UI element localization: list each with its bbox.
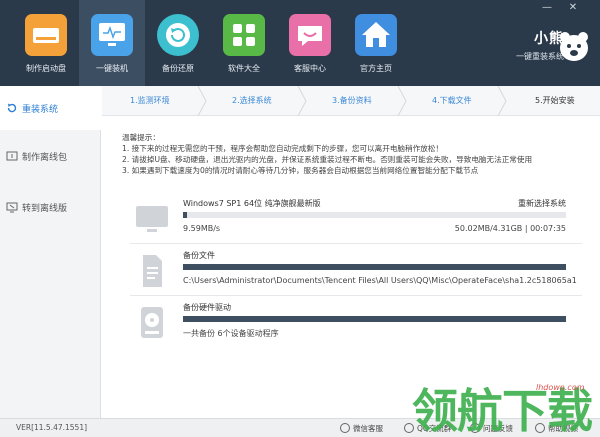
step-progress-bar: 1.监测环境 2.选择系统 3.备份资料 4.下载文件 5.开始安装 (102, 86, 600, 116)
close-button[interactable]: ✕ (566, 2, 580, 14)
restore-icon (157, 14, 199, 56)
sidebar-item-label: 转到离线版 (22, 204, 68, 214)
progress-fill (183, 264, 566, 270)
monitor-icon (91, 14, 133, 56)
refresh-icon (7, 103, 17, 113)
download-speed: 9.59MB/s (183, 224, 221, 233)
nav-one-click-install[interactable]: 一键装机 (79, 0, 145, 86)
bear-logo-icon (557, 30, 591, 62)
notice-line: 3. 如果遇到下载速度为0的情况时请耐心等待几分钟，服务器会自动根据您当前网络位… (122, 166, 479, 175)
offline-monitor-icon (6, 202, 18, 213)
hard-disk-icon (141, 307, 163, 338)
sidebar-item-label: 重装系统 (22, 105, 59, 115)
version-label: VER[11.5.47.1551] (16, 423, 88, 432)
brand-slogan: 一键重装系统 (516, 52, 564, 61)
progress-fill (183, 212, 187, 218)
nav-customer-service[interactable]: 客服中心 (277, 0, 343, 86)
nav-software-center[interactable]: 软件大全 (211, 0, 277, 86)
task-name: 备份硬件驱动 (183, 303, 231, 312)
wechat-support-link[interactable]: 微信客服 (340, 422, 383, 435)
backup-file-path: C:\Users\Administrator\Documents\Tencent… (183, 276, 577, 285)
chevron-right-icon (197, 86, 207, 116)
divider (130, 243, 582, 244)
nav-label: 软件大全 (228, 64, 260, 73)
package-icon (6, 151, 18, 161)
step-download-files: 4.下载文件 (432, 96, 472, 105)
download-progress-bar (183, 212, 566, 218)
notice-title: 温馨提示： (122, 133, 160, 142)
brand-name: 小熊 (534, 31, 564, 47)
minimize-button[interactable]: — (540, 2, 554, 14)
watermark-url: lhdown.com (536, 383, 585, 392)
monitor-icon (136, 206, 168, 232)
notice-panel: 温馨提示： 1. 接下来的过程无需您的干预，程序会帮助您自动完成剩下的步骤，您可… (122, 132, 592, 176)
notice-line: 2. 请拔掉U盘、移动硬盘，退出光驱内的光盘，并保证系统重装过程不断电。否则重装… (122, 155, 533, 164)
watermark: 领航下载 lhdown.com (410, 376, 600, 437)
step-choose-system: 2.选择系统 (232, 96, 272, 105)
chat-icon (289, 14, 331, 56)
nav-label: 官方主页 (360, 64, 392, 73)
apps-grid-icon (223, 14, 265, 56)
nav-label: 制作启动盘 (26, 64, 66, 73)
backup-progress-bar (183, 264, 566, 270)
download-stats: 50.02MB/4.31GB | 00:07:35 (454, 224, 566, 233)
reselect-system-link[interactable]: 重新选择系统 (518, 198, 566, 209)
drive-icon (25, 14, 67, 56)
status-link-label: 微信客服 (353, 424, 383, 433)
sidebar-item-make-offline-package[interactable]: 制作离线包 (0, 134, 101, 178)
driver-backup-info: 一共备份 6个设备驱动程序 (183, 329, 279, 338)
sidebar-item-reinstall-system[interactable]: 重装系统 (0, 86, 101, 130)
driver-backup-progress-bar (183, 316, 566, 322)
wechat-icon (340, 423, 350, 433)
document-icon (143, 255, 162, 287)
home-icon (355, 14, 397, 56)
watermark-text: 领航下载 (412, 384, 593, 437)
task-name: 备份文件 (183, 251, 215, 260)
sidebar-item-switch-offline[interactable]: 转到离线版 (0, 185, 101, 229)
task-name: Windows7 SP1 64位 纯净旗舰最新版 (183, 199, 321, 208)
task-backup-files: 备份文件 C:\Users\Administrator\Documents\Te… (130, 248, 580, 298)
nav-make-boot-disk[interactable]: 制作启动盘 (13, 0, 79, 86)
chevron-right-icon (297, 86, 307, 116)
brand: 小熊 一键重装系统 (474, 28, 564, 62)
nav-official-site[interactable]: 官方主页 (343, 0, 409, 86)
step-backup-data: 3.备份资料 (332, 96, 372, 105)
nav-label: 一键装机 (96, 64, 128, 73)
task-download-system: Windows7 SP1 64位 纯净旗舰最新版 重新选择系统 9.59MB/s… (130, 196, 580, 246)
step-start-install: 5.开始安装 (535, 96, 575, 105)
chevron-right-icon (497, 86, 507, 116)
nav-backup-restore[interactable]: 备份还原 (145, 0, 211, 86)
step-monitor-environment: 1.监测环境 (130, 96, 170, 105)
sidebar: 重装系统 制作离线包 转到离线版 (0, 86, 101, 418)
progress-fill (183, 316, 566, 322)
chevron-right-icon (397, 86, 407, 116)
task-backup-drivers: 备份硬件驱动 一共备份 6个设备驱动程序 (130, 300, 580, 350)
divider (130, 295, 582, 296)
notice-line: 1. 接下来的过程无需您的干预，程序会帮助您自动完成剩下的步骤，您可以离开电脑稍… (122, 144, 443, 153)
installer-window: — ✕ 制作启动盘 一键装机 备份还原 软件大全 客服中心 官方主页 小熊 一键… (0, 0, 600, 437)
top-navigation-bar: — ✕ 制作启动盘 一键装机 备份还原 软件大全 客服中心 官方主页 小熊 一键… (0, 0, 600, 86)
sidebar-item-label: 制作离线包 (22, 153, 68, 163)
nav-label: 客服中心 (294, 64, 326, 73)
nav-label: 备份还原 (162, 64, 194, 73)
